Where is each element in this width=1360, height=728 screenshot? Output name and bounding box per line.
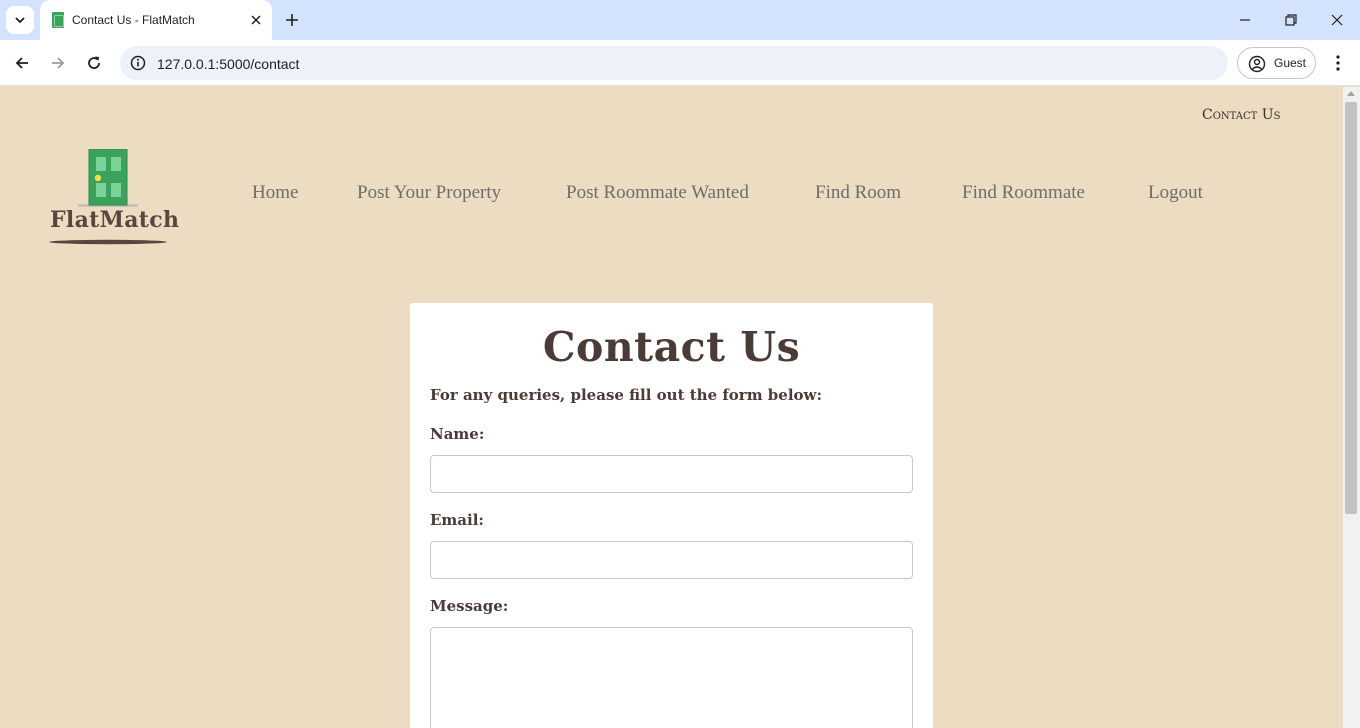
email-label: Email: bbox=[430, 511, 484, 529]
page-title: Contact Us bbox=[542, 323, 801, 371]
name-label: Name: bbox=[430, 425, 485, 443]
profile-label: Guest bbox=[1274, 56, 1307, 70]
tab-search-button[interactable] bbox=[6, 6, 34, 34]
forward-button[interactable] bbox=[44, 49, 72, 77]
arrow-right-icon bbox=[52, 57, 65, 69]
url-text: 127.0.0.1:5000/contact bbox=[157, 56, 300, 72]
logo-underline bbox=[49, 239, 167, 245]
restore-icon bbox=[1285, 14, 1297, 26]
tab-title: Contact Us - FlatMatch bbox=[72, 13, 195, 27]
site-info-button[interactable] bbox=[128, 53, 148, 73]
close-window-button[interactable] bbox=[1323, 6, 1351, 34]
scrollbar-thumb[interactable] bbox=[1345, 102, 1357, 514]
nav-find-room[interactable]: Find Room bbox=[815, 182, 901, 204]
reload-icon bbox=[88, 56, 100, 69]
plus-icon bbox=[286, 14, 298, 26]
door-icon bbox=[78, 149, 138, 207]
contact-form-card: Contact Us For any queries, please fill … bbox=[410, 303, 933, 728]
scroll-up-arrow-icon[interactable] bbox=[1347, 91, 1355, 96]
browser-tab-active[interactable]: Contact Us - FlatMatch bbox=[40, 0, 272, 40]
close-icon bbox=[251, 15, 261, 25]
message-textarea[interactable] bbox=[430, 627, 913, 728]
tab-close-button[interactable] bbox=[246, 10, 266, 30]
browser-toolbar: 127.0.0.1:5000/contact Guest bbox=[0, 40, 1360, 86]
door-favicon-icon bbox=[52, 12, 64, 28]
back-button[interactable] bbox=[8, 49, 36, 77]
email-input[interactable] bbox=[430, 541, 913, 579]
browser-menu-button[interactable] bbox=[1326, 49, 1350, 77]
restore-button[interactable] bbox=[1277, 6, 1305, 34]
logo-text: FlatMatch bbox=[50, 207, 180, 233]
nav-post-your-property[interactable]: Post Your Property bbox=[357, 182, 501, 204]
nav-logout[interactable]: Logout bbox=[1148, 182, 1203, 204]
name-input[interactable] bbox=[430, 455, 913, 493]
account-circle-icon bbox=[1248, 55, 1266, 73]
reload-button[interactable] bbox=[80, 49, 108, 77]
minimize-button[interactable] bbox=[1231, 6, 1259, 34]
chevron-down-icon bbox=[15, 17, 25, 24]
flatmatch-logo[interactable]: FlatMatch bbox=[48, 149, 179, 247]
page-viewport: Contact Us FlatMatch Home Post Your Prop… bbox=[0, 87, 1343, 728]
arrow-left-icon bbox=[15, 57, 28, 69]
close-icon bbox=[1331, 14, 1343, 26]
message-label: Message: bbox=[430, 597, 509, 615]
minimize-icon bbox=[1240, 19, 1250, 21]
contact-us-top-link[interactable]: Contact Us bbox=[1202, 107, 1280, 123]
address-bar[interactable]: 127.0.0.1:5000/contact bbox=[120, 46, 1228, 80]
new-tab-button[interactable] bbox=[280, 8, 304, 32]
info-icon bbox=[130, 55, 146, 71]
nav-home[interactable]: Home bbox=[252, 182, 298, 204]
nav-find-roommate[interactable]: Find Roommate bbox=[962, 182, 1085, 204]
browser-tab-strip: Contact Us - FlatMatch bbox=[0, 0, 1360, 40]
profile-button[interactable]: Guest bbox=[1237, 47, 1316, 79]
nav-post-roommate-wanted[interactable]: Post Roommate Wanted bbox=[566, 182, 749, 204]
form-intro-text: For any queries, please fill out the for… bbox=[430, 386, 822, 404]
page-scrollbar[interactable] bbox=[1343, 87, 1360, 728]
more-vertical-icon bbox=[1336, 55, 1340, 71]
